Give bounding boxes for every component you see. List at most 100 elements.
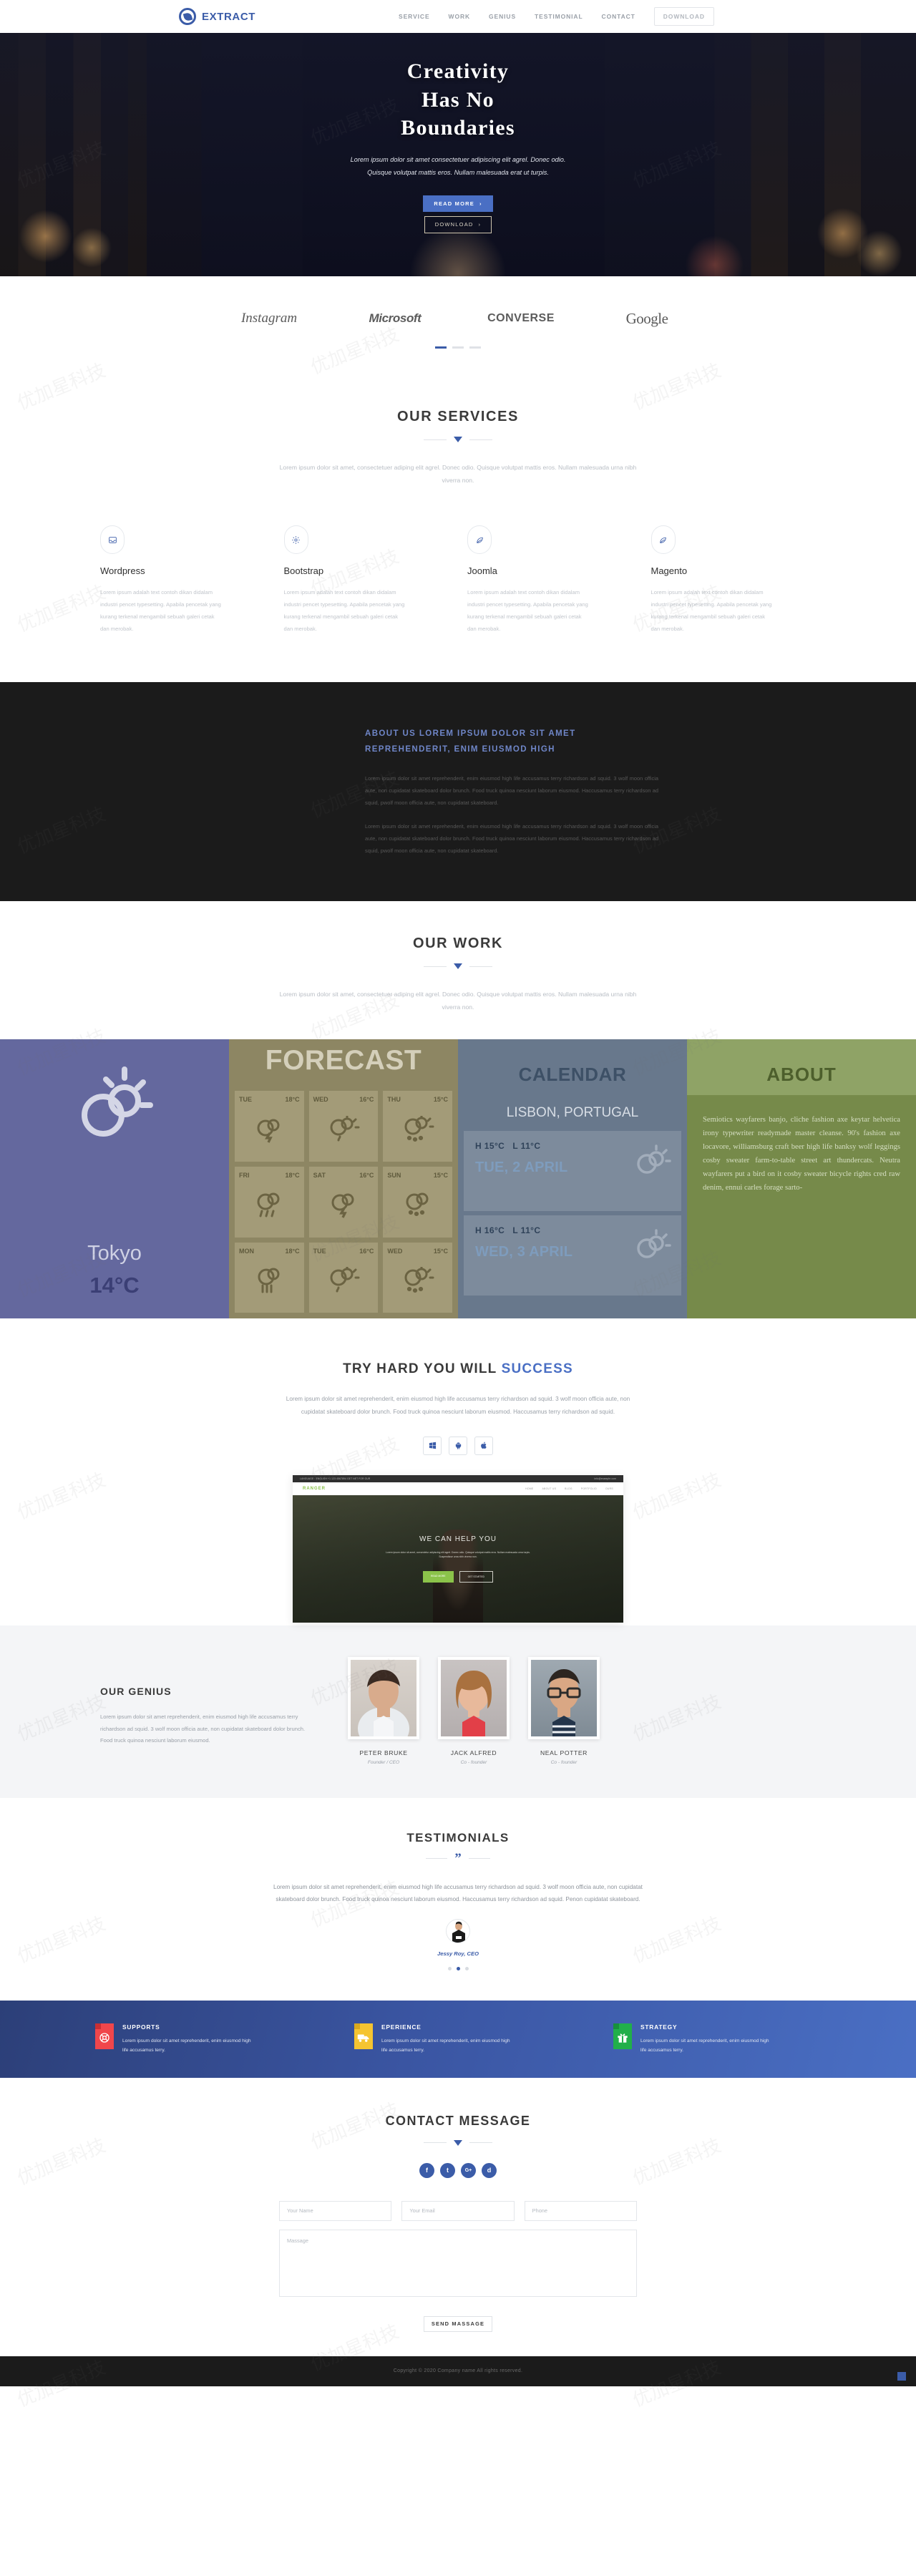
services-subtitle: Lorem ipsum dolor sit amet, consectetuer… [279, 464, 637, 485]
forecast-temp: 15°C [433, 1247, 448, 1255]
forecast-day: SAT [313, 1172, 326, 1180]
leaf-circle-icon [179, 8, 196, 25]
calendar-high: H 16°C [475, 1225, 505, 1236]
avatar [528, 1656, 600, 1739]
carousel-dot[interactable] [469, 346, 481, 349]
chevron-right-icon: › [479, 200, 482, 207]
forecast-day: TUE [313, 1247, 326, 1255]
nav-item-work[interactable]: WORK [449, 13, 471, 20]
feature-eperience: EPERIENCE Lorem ipsum dolor sit amet rep… [354, 2023, 562, 2055]
hero-read-more-button[interactable]: READ MORE › [423, 195, 493, 212]
facebook-icon[interactable]: f [419, 2162, 434, 2178]
success-title-plain: TRY HARD YOU WILL [343, 1361, 502, 1377]
testimonial-avatar [446, 1918, 470, 1943]
service-text: Lorem ipsum adalah text contoh dikan did… [100, 589, 221, 633]
avatar [438, 1656, 510, 1739]
inbox-icon [100, 525, 125, 555]
truck-icon [354, 2023, 373, 2049]
windows-icon[interactable] [423, 1436, 442, 1455]
leaf-icon [651, 525, 676, 555]
forecast-temp: 15°C [433, 1172, 448, 1180]
rain-icon [254, 1191, 284, 1222]
forecast-title: FORECAST [265, 1045, 422, 1076]
forecast-day: WED [313, 1096, 328, 1104]
section-divider [0, 2139, 916, 2146]
mockup-logo: RANGER [303, 1486, 326, 1491]
forecast-cell: THU 15°C [383, 1091, 452, 1162]
carousel-dot[interactable] [435, 346, 447, 349]
heavy-rain-icon [254, 1267, 284, 1298]
mockup-hero-title: WE CAN HELP YOU [419, 1535, 497, 1543]
main-nav: SERVICE WORK GENIUS TESTIMONIAL CONTACT … [399, 7, 714, 26]
forecast-cell: SAT 16°C [308, 1167, 379, 1238]
name-field[interactable] [279, 2200, 392, 2221]
scroll-top-icon[interactable] [897, 2371, 906, 2381]
leaf-icon [467, 525, 492, 555]
forecast-cell: TUE 18°C [235, 1091, 304, 1162]
member-role: Co - founder [550, 1759, 578, 1765]
mockup-nav-link: ABOUT US [542, 1487, 557, 1490]
email-field[interactable] [401, 2200, 515, 2221]
google-plus-icon[interactable]: G+ [461, 2162, 476, 2178]
team-member[interactable]: PETER BRUKE Founder / CEO [348, 1656, 419, 1765]
mockup-hero: WE CAN HELP YOU Lorem ipsum dolor sit am… [293, 1494, 623, 1623]
service-title: Magento [651, 565, 688, 577]
hero-title-line-2: Has No [422, 87, 494, 112]
service-title: Wordpress [100, 565, 145, 577]
team-member[interactable]: NEAL POTTER Co - founder [528, 1656, 600, 1765]
triangle-icon [454, 437, 462, 442]
forecast-day: THU [387, 1096, 401, 1104]
features-band: SUPPORTS Lorem ipsum dolor sit amet repr… [0, 2000, 916, 2078]
about-heading: ABOUT US LOREM IPSUM DOLOR SIT AMET REPR… [365, 729, 576, 754]
brand-logo[interactable]: EXTRACT [179, 8, 255, 25]
nav-item-genius[interactable]: GENIUS [489, 13, 516, 20]
member-role: Founder / CEO [367, 1759, 400, 1765]
hero-download-label: DOWNLOAD [434, 221, 474, 228]
testimonial-dot[interactable] [456, 1966, 460, 1970]
message-field[interactable] [279, 2229, 637, 2297]
sun-rain-icon [327, 1114, 360, 1147]
member-name: NEAL POTTER [540, 1749, 588, 1756]
snow-icon [403, 1191, 433, 1222]
about-paragraph-2: Lorem ipsum dolor sit amet reprehenderit… [365, 823, 658, 855]
team-member[interactable]: JACK ALFRED Co - founder [438, 1656, 510, 1765]
mockup-topbar-right: info@example.com [594, 1477, 616, 1480]
gear-icon [283, 525, 308, 555]
nav-item-testimonial[interactable]: TESTIMONIAL [535, 13, 583, 20]
android-icon[interactable] [449, 1436, 467, 1455]
testimonial-dot[interactable] [464, 1966, 469, 1970]
browser-mockup: LANGUAGE : ENGLISH +1 123 4567894 GET NE… [293, 1474, 623, 1623]
nav-item-service[interactable]: SERVICE [399, 13, 429, 20]
mockup-topbar: LANGUAGE : ENGLISH +1 123 4567894 GET NE… [293, 1474, 623, 1482]
contact-section: CONTACT MESSAGE f t G+ d SEND MASSAGE [0, 2077, 916, 2356]
portfolio-tile-calendar[interactable]: CALENDAR LISBON, PORTUGAL H 15°C L 11°C … [458, 1039, 687, 1319]
testimonial-dot[interactable] [447, 1966, 452, 1970]
sun-cloud-icon [633, 1228, 671, 1266]
forecast-temp: 16°C [359, 1096, 374, 1104]
dribbble-icon[interactable]: d [482, 2162, 497, 2178]
portfolio-tile-weather[interactable]: Tokyo 14°C [0, 1039, 229, 1319]
genius-title: OUR GENIUS [100, 1685, 172, 1697]
os-download-buttons [0, 1436, 916, 1455]
forecast-temp: 18°C [285, 1172, 300, 1180]
portfolio-tile-about[interactable]: ABOUT Semiotics wayfarers banjo, cliche … [687, 1039, 916, 1319]
mockup-nav-link: PORTFOLIO [580, 1487, 597, 1490]
weather-temperature: 14°C [89, 1273, 140, 1298]
phone-field[interactable] [524, 2200, 637, 2221]
apple-icon[interactable] [474, 1436, 493, 1455]
forecast-day: MON [239, 1247, 254, 1255]
hero-section: Creativity Has No Boundaries Lorem ipsum… [0, 33, 916, 276]
browser-mockup-zone: LANGUAGE : ENGLISH +1 123 4567894 GET NE… [0, 1474, 916, 1625]
section-divider [0, 437, 916, 442]
nav-download-button[interactable]: DOWNLOAD [653, 7, 714, 26]
about-tile-title: ABOUT [766, 1064, 837, 1086]
carousel-dot[interactable] [452, 346, 464, 349]
brand-name: EXTRACT [202, 10, 256, 23]
nav-item-contact[interactable]: CONTACT [602, 13, 635, 20]
hero-download-button[interactable]: DOWNLOAD › [424, 215, 492, 233]
portfolio-tile-forecast[interactable]: FORECAST TUE 18°C WED 16°C THU 15°C FRI 18°C [229, 1039, 458, 1319]
send-message-button[interactable]: SEND MASSAGE [424, 2315, 492, 2332]
forecast-temp: 16°C [359, 1247, 374, 1255]
forecast-cell: FRI 18°C [235, 1167, 304, 1238]
twitter-icon[interactable]: t [440, 2162, 455, 2178]
